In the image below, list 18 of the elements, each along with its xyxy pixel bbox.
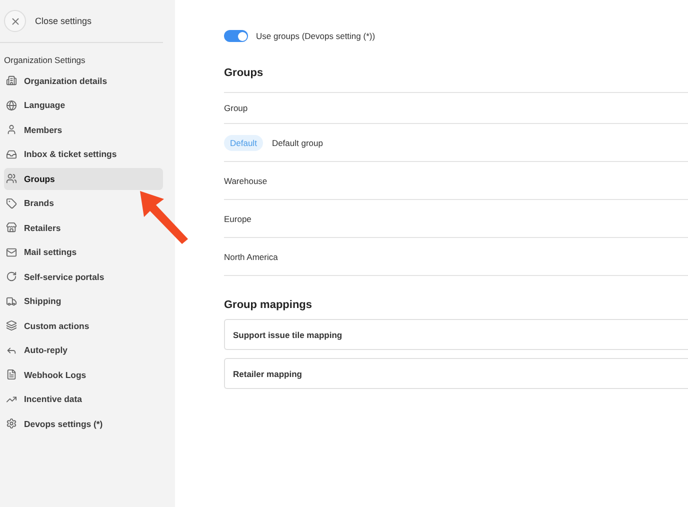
toggle-switch[interactable] <box>224 30 248 42</box>
close-settings-label: Close settings <box>35 16 92 26</box>
column-header: Group <box>224 103 248 113</box>
section-heading: Groups <box>224 67 264 79</box>
close-icon <box>10 16 20 26</box>
group-name[interactable]: Warehouse <box>224 176 268 186</box>
section-title: Organization Settings <box>4 55 86 65</box>
annotation-arrow <box>138 189 190 245</box>
sidebar-item[interactable]: Groups <box>4 168 163 190</box>
mapping-card[interactable]: Retailer mapping <box>224 358 688 389</box>
close-button[interactable] <box>4 10 26 32</box>
group-name[interactable]: Europe <box>224 214 252 224</box>
default-badge: Default <box>224 134 263 150</box>
group-name[interactable]: Default group <box>272 138 323 148</box>
group-name[interactable]: North America <box>224 252 278 262</box>
toggle-label: Use groups (Devops setting (*)) <box>256 31 376 41</box>
section-heading: Group mappings <box>224 299 313 311</box>
mapping-card[interactable]: Support issue tile mapping <box>224 319 688 350</box>
